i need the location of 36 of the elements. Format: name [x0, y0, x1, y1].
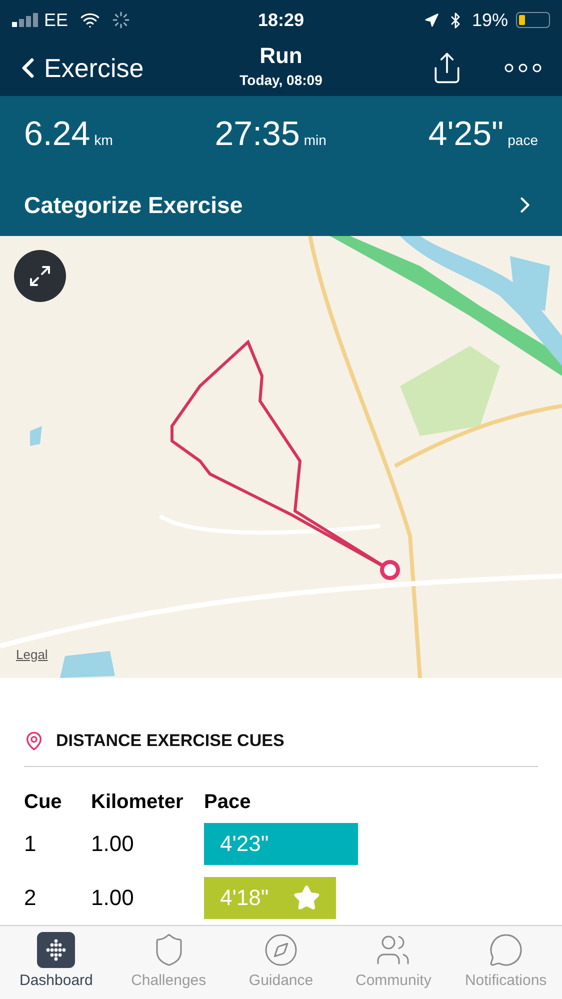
stat-value: 27:35: [214, 114, 300, 155]
speech-bubble-icon: [488, 932, 524, 968]
compass-icon: [263, 932, 300, 968]
more-icon[interactable]: [504, 63, 542, 73]
location-arrow-icon: [424, 12, 439, 28]
stat-unit: min: [304, 131, 326, 150]
tab-item[interactable]: Dashboard: [0, 926, 112, 999]
section-title: DISTANCE EXERCISE CUES: [56, 730, 284, 752]
kilometer-value: 1.00: [91, 830, 135, 858]
cue-number: 1: [24, 830, 38, 858]
carrier-name: EE: [44, 8, 68, 32]
kilometer-value: 1.00: [91, 884, 135, 912]
spinner-icon: [112, 11, 130, 29]
column-header: Kilometer: [91, 790, 184, 814]
cue-number: 2: [24, 884, 38, 912]
page-title: Run: [260, 42, 302, 70]
signal-icon: [12, 13, 40, 27]
stat-unit: km: [94, 131, 113, 150]
back-button[interactable]: Exercise: [12, 48, 144, 88]
stat-unit: pace: [508, 131, 538, 150]
pin-icon: [24, 730, 44, 751]
expand-icon: [28, 264, 52, 288]
clock-time: 18:29: [256, 8, 306, 32]
star-icon: [292, 884, 320, 912]
stat-value: 6.24: [24, 114, 90, 155]
page-subtitle: Today, 08:09: [240, 71, 322, 90]
column-header: Cue: [24, 790, 63, 814]
categorize-row[interactable]: Categorize Exercise: [0, 174, 562, 236]
battery-percent: 19%: [472, 8, 508, 32]
dots-grid-icon: [37, 932, 76, 968]
pace-value: 4'23": [220, 830, 269, 858]
column-header: Pace: [204, 790, 252, 814]
stat-value: 4'25": [428, 114, 504, 155]
battery-icon: [516, 12, 550, 28]
legal-link[interactable]: Legal: [16, 644, 48, 664]
pace-value: 4'18": [220, 884, 269, 912]
